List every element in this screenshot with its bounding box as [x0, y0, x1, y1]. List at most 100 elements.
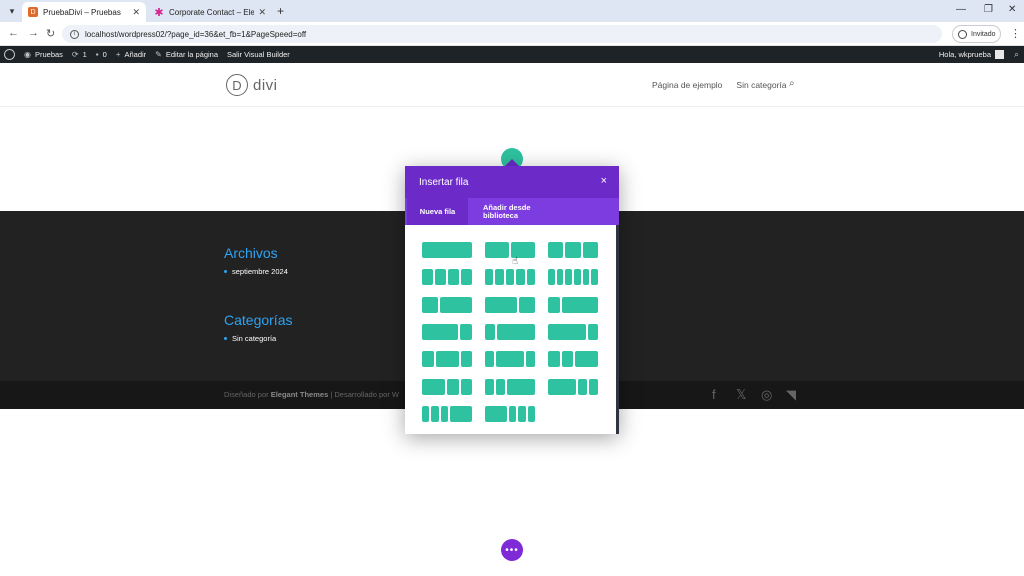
builder-settings-button[interactable]: •••	[501, 539, 523, 561]
modal-scrollbar[interactable]	[616, 225, 619, 434]
admin-exit-visual-builder[interactable]: Salir Visual Builder	[227, 50, 290, 59]
row-layout-option[interactable]	[422, 378, 472, 395]
row-layout-option[interactable]	[485, 378, 535, 395]
rss-icon[interactable]: ◥	[786, 387, 796, 403]
url-input[interactable]: i localhost/wordpress02/?page_id=36&et_f…	[62, 25, 942, 43]
layout-column	[422, 242, 472, 258]
browser-menu-icon[interactable]: ⋮	[1010, 27, 1021, 40]
divi-logo[interactable]: D divi	[226, 74, 278, 96]
layout-column	[507, 378, 535, 395]
layout-column	[449, 405, 472, 422]
close-window-icon[interactable]: ✕	[1008, 4, 1016, 15]
widget-title-archivos: Archivos	[224, 245, 278, 261]
browser-address-bar: ← → ↻ i localhost/wordpress02/?page_id=3…	[0, 22, 1024, 46]
tab-search-chevron-icon[interactable]: ▾	[4, 3, 20, 19]
layout-column	[525, 351, 535, 368]
divi-favicon-icon: D	[28, 7, 38, 17]
layout-column	[548, 269, 555, 286]
admin-comments[interactable]: ▪ 0	[96, 50, 107, 59]
admin-updates[interactable]: ⟳ 1	[72, 50, 87, 59]
search-icon[interactable]: ⌕	[789, 78, 795, 89]
x-icon[interactable]: 𝕏	[736, 387, 746, 403]
url-text: localhost/wordpress02/?page_id=36&et_fb=…	[85, 29, 307, 39]
site-header: D divi Página de ejemplo Sin categoría ⌕	[0, 63, 1024, 107]
layout-column	[582, 269, 590, 286]
tab-anadir-desde-biblioteca[interactable]: Añadir desde biblioteca	[483, 198, 553, 225]
browser-tab-corporate-contact[interactable]: ✱ Corporate Contact – Elegant Th ✕	[148, 2, 272, 22]
layout-column	[485, 405, 507, 422]
back-arrow-icon[interactable]: ←	[8, 27, 19, 39]
row-layout-option[interactable]	[422, 242, 472, 258]
bullet	[224, 270, 227, 273]
row-layout-option[interactable]	[485, 405, 535, 422]
row-layout-option[interactable]	[548, 296, 598, 313]
admin-add-new[interactable]: + Añadir	[116, 50, 146, 59]
minimize-icon[interactable]: —	[956, 4, 966, 15]
profile-button[interactable]: Invitado	[952, 25, 1001, 43]
row-layout-option[interactable]	[485, 323, 535, 340]
layout-column	[588, 378, 598, 395]
layout-column	[573, 269, 581, 286]
browser-tab-pruebadivi[interactable]: D PruebaDivi – Pruebas ✕	[22, 2, 146, 22]
restore-icon[interactable]: ❐	[984, 4, 993, 15]
admin-edit-page[interactable]: ✎ Editar la página	[155, 50, 218, 59]
forward-arrow-icon[interactable]: →	[28, 27, 39, 39]
elegant-themes-link[interactable]: Elegant Themes	[271, 390, 329, 399]
layout-column	[548, 351, 560, 368]
layout-column	[422, 405, 430, 422]
layout-column	[591, 269, 598, 286]
reload-icon[interactable]: ↻	[46, 27, 55, 40]
new-tab-button[interactable]: +	[277, 4, 284, 18]
layout-column	[495, 269, 504, 286]
close-tab-icon[interactable]: ✕	[132, 7, 140, 18]
row-layout-option[interactable]	[485, 296, 535, 313]
facebook-icon[interactable]: f	[712, 387, 716, 402]
admin-search-icon[interactable]: ⌕	[1014, 49, 1019, 60]
layout-column	[485, 296, 517, 313]
instagram-icon[interactable]: ◎	[761, 387, 772, 403]
layout-column	[485, 269, 494, 286]
row-layout-option[interactable]	[548, 351, 598, 368]
row-layout-option[interactable]	[548, 378, 598, 395]
close-tab-icon[interactable]: ✕	[258, 7, 266, 18]
layout-column	[518, 405, 526, 422]
layout-column	[509, 405, 517, 422]
row-layout-option[interactable]	[422, 405, 472, 422]
row-layout-option[interactable]	[548, 269, 598, 286]
wp-admin-bar: ◉ Pruebas ⟳ 1 ▪ 0 + Añadir ✎ Editar la p…	[0, 46, 1024, 63]
row-layout-option[interactable]	[548, 323, 598, 340]
row-layout-option[interactable]	[485, 351, 535, 368]
layout-column	[460, 351, 472, 368]
layout-column	[448, 269, 459, 286]
mouse-pointer-icon: ☝	[512, 256, 519, 267]
primary-menu: Página de ejemplo Sin categoría	[652, 80, 801, 90]
row-layout-option[interactable]	[485, 242, 535, 258]
layout-column	[485, 378, 495, 395]
row-layout-option[interactable]	[422, 269, 472, 286]
row-layout-option[interactable]	[548, 242, 598, 258]
wordpress-logo-icon[interactable]	[4, 49, 15, 60]
tab-nueva-fila[interactable]: Nueva fila	[407, 198, 468, 225]
plus-icon: +	[115, 50, 121, 59]
category-link[interactable]: Sin categoría	[224, 334, 276, 343]
row-layout-option[interactable]	[422, 351, 472, 368]
layout-column	[548, 242, 564, 258]
admin-account[interactable]: Hola, wkprueba	[939, 50, 1004, 59]
layout-column	[505, 269, 515, 286]
elegant-themes-favicon-icon: ✱	[154, 6, 164, 19]
site-info-icon[interactable]: i	[70, 29, 79, 39]
bullet	[224, 337, 227, 340]
row-layout-option[interactable]	[422, 296, 472, 313]
close-icon[interactable]: ×	[601, 175, 607, 187]
layout-column	[496, 351, 524, 368]
layout-column	[548, 378, 576, 395]
menu-item-pagina-de-ejemplo[interactable]: Página de ejemplo	[652, 80, 722, 90]
layout-column	[496, 378, 506, 395]
archive-link[interactable]: septiembre 2024	[224, 267, 288, 276]
row-layout-option[interactable]	[422, 323, 472, 340]
admin-site-name[interactable]: ◉ Pruebas	[24, 50, 63, 59]
row-layout-option[interactable]	[485, 269, 535, 286]
menu-item-sin-categoria[interactable]: Sin categoría	[736, 80, 786, 90]
layout-column	[548, 323, 587, 340]
layout-column	[460, 378, 472, 395]
